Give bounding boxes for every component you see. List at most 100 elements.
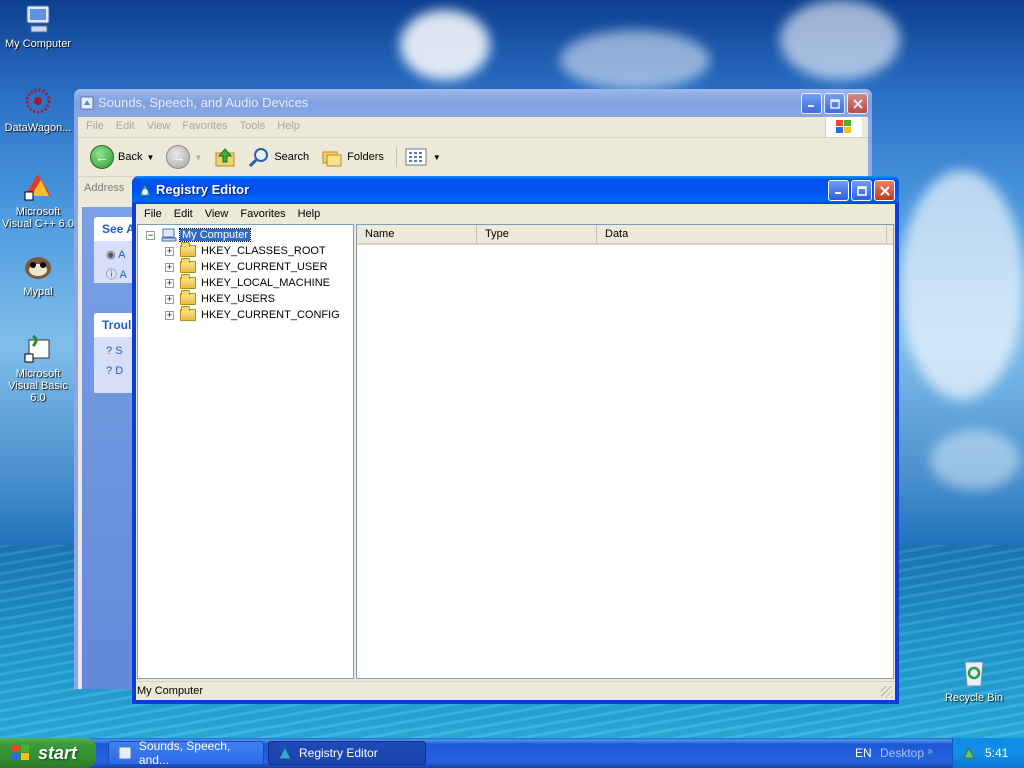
menu-edit[interactable]: Edit [168,206,199,223]
status-bar: My Computer [136,681,895,700]
views-button[interactable]: ▼ [395,147,445,167]
taskbar-button-sounds[interactable]: Sounds, Speech, and... [108,739,264,767]
desktop-toolbar-label: Desktop [880,746,925,760]
search-button[interactable]: Search [244,146,313,168]
chevron-down-icon[interactable]: ▼ [146,153,154,162]
minimize-button[interactable] [828,180,849,201]
menu-help[interactable]: Help [292,206,327,223]
sounds-toolbar: ← Back ▼ → ▼ Search Folders ▼ [78,138,868,176]
my-computer-icon [26,5,50,33]
sounds-window-title: Sounds, Speech, and Audio Devices [98,95,309,110]
task-pane: See A ◉ A ⓘ A Troul ? S ? D [82,207,138,689]
clock[interactable]: 5:41 [985,746,1008,760]
column-headers: Name Type Data [357,225,893,245]
minimize-icon [808,105,814,107]
taskbar-button-label: Registry Editor [299,746,378,760]
address-label: Address [84,182,125,194]
maximize-icon [856,185,867,196]
maximize-button[interactable] [824,93,845,114]
up-button[interactable] [210,146,240,168]
regedit-title-bar[interactable]: Registry Editor [132,176,899,204]
desktop-toolbar[interactable]: Desktop » [880,746,933,760]
registry-editor-window[interactable]: Registry Editor File Edit View Favorites… [132,176,899,704]
desktop-icon-mypal[interactable]: Mypal [0,250,76,298]
menu-view[interactable]: View [141,119,177,135]
desktop-icon-recycle-bin[interactable]: Recycle Bin [936,656,1012,704]
back-button[interactable]: ← Back ▼ [86,145,158,169]
windows-logo-icon [12,745,29,760]
regedit-icon [138,182,152,197]
column-header-data[interactable]: Data [597,225,887,243]
computer-icon [161,228,177,242]
folders-label: Folders [347,151,384,163]
desktop-icon-label: Recycle Bin [944,692,1004,704]
expand-icon[interactable]: + [165,294,174,304]
sounds-menu-bar: File Edit View Favorites Tools Help [78,117,868,138]
mypal-icon [25,257,51,279]
chevron-down-icon: ▼ [432,152,441,162]
datawagon-icon [25,88,51,114]
column-header-type[interactable]: Type [477,225,597,243]
visual-cpp-icon [24,174,51,201]
control-panel-icon [80,96,94,110]
close-button[interactable] [847,93,868,114]
tree-node-hkey[interactable]: + HKEY_CURRENT_CONFIG [165,306,340,323]
expand-icon[interactable]: + [165,262,174,272]
status-text: My Computer [137,685,204,697]
maximize-button[interactable] [851,180,872,201]
collapse-icon[interactable]: − [146,230,155,240]
desktop-icon-datawagon[interactable]: DataWagon... [0,86,76,134]
minimize-button[interactable] [801,93,822,114]
expand-icon[interactable]: + [165,278,174,288]
taskbar: start Sounds, Speech, and... Registry Ed… [0,738,1024,768]
tree-node-hkey[interactable]: + HKEY_CLASSES_ROOT [165,242,326,259]
menu-tools[interactable]: Tools [234,119,272,135]
visual-basic-icon [24,334,50,363]
resize-grip[interactable] [881,686,893,698]
back-label: Back [118,151,143,163]
language-indicator[interactable]: EN [855,746,872,760]
menu-view[interactable]: View [199,206,235,223]
folders-button[interactable]: Folders [317,146,388,168]
start-button[interactable]: start [0,738,96,768]
chevron-right-icon[interactable]: » [927,746,933,757]
registry-tree[interactable]: − My Computer + HKEY_CLASSES_ROOT + HKEY… [137,224,354,679]
forward-button[interactable]: → ▼ [162,145,206,169]
menu-file[interactable]: File [138,206,168,223]
sounds-title-bar[interactable]: Sounds, Speech, and Audio Devices [74,89,872,117]
menu-file[interactable]: File [80,119,110,135]
info-icon: ⓘ [106,269,117,281]
tree-node-label: HKEY_CURRENT_USER [201,261,328,273]
tree-node-label: HKEY_USERS [201,293,275,305]
folders-icon [322,151,342,167]
tree-node-my-computer[interactable]: − My Computer [146,227,252,243]
folder-up-icon [215,148,235,167]
safely-remove-hardware-icon[interactable] [961,745,977,761]
menu-favorites[interactable]: Favorites [176,119,233,135]
taskbar-button-regedit[interactable]: Registry Editor [268,741,426,765]
desktop-icon-label: DataWagon... [4,122,72,134]
expand-icon[interactable]: + [165,310,174,320]
desktop-icon-my-computer[interactable]: My Computer [0,2,76,50]
menu-favorites[interactable]: Favorites [234,206,291,223]
column-header-name[interactable]: Name [357,225,477,243]
menu-edit[interactable]: Edit [110,119,141,135]
help-icon: ? [106,345,113,357]
close-button[interactable] [874,180,895,201]
help-icon: ? [106,365,113,377]
desktop-icon-label: Microsoft Visual Basic 6.0 [8,368,68,404]
close-icon [879,185,890,196]
tree-node-label: My Computer [178,228,252,242]
folder-icon [180,258,196,273]
tree-node-hkey[interactable]: + HKEY_CURRENT_USER [165,258,328,275]
tree-node-hkey[interactable]: + HKEY_LOCAL_MACHINE [165,274,330,291]
menu-help[interactable]: Help [271,119,306,135]
values-list[interactable]: Name Type Data [356,224,894,679]
regedit-menu-bar: File Edit View Favorites Help [136,204,895,225]
desktop-icon-visual-cpp[interactable]: Microsoft Visual C++ 6.0 [0,170,76,230]
tree-node-hkey[interactable]: + HKEY_USERS [165,290,275,307]
expand-icon[interactable]: + [165,246,174,256]
desktop-icon-visual-basic[interactable]: Microsoft Visual Basic 6.0 [0,332,76,404]
tree-node-label: HKEY_LOCAL_MACHINE [201,277,330,289]
tree-node-label: HKEY_CURRENT_CONFIG [201,309,340,321]
